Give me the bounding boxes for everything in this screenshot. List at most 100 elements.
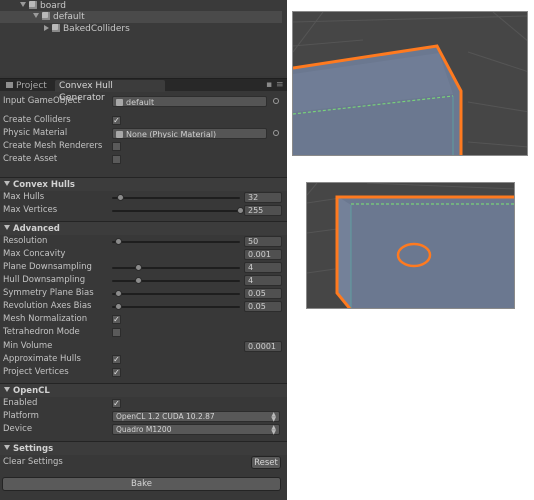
bake-button[interactable]: Bake (2, 477, 281, 491)
tab-convex-hull-generator[interactable]: Convex Hull Generator (55, 80, 165, 103)
max-hulls-slider-track[interactable] (112, 197, 240, 199)
min-volume-label: Min Volume (3, 341, 53, 351)
object-picker-icon[interactable] (273, 98, 279, 104)
collapse-arrow-icon[interactable] (44, 25, 49, 31)
hierarchy-item-default[interactable]: default (0, 11, 282, 23)
revolution-axes-bias-field[interactable]: 0.05 (244, 301, 282, 312)
scene-render-bottom (307, 183, 514, 308)
mesh-face-bottom (337, 196, 514, 308)
plane-downsampling-slider-track[interactable] (112, 267, 240, 269)
mesh-normalization-label: Mesh Normalization (3, 314, 88, 324)
project-vertices-label: Project Vertices (3, 367, 69, 377)
resolution-row: Resolution 50 (0, 235, 287, 248)
dropdown-arrows-icon: ▲ ▼ (271, 411, 276, 423)
device-row: Device Quadro M1200 ▲ ▼ (0, 423, 287, 436)
reset-button[interactable]: Reset (251, 456, 281, 469)
revolution-axes-bias-slider-thumb[interactable] (115, 303, 123, 310)
settings-section-header[interactable]: Settings (0, 441, 287, 455)
plane-downsampling-slider-thumb[interactable] (134, 264, 142, 271)
mesh-normalization-row: Mesh Normalization ✓ (0, 313, 287, 326)
approximate-hulls-label: Approximate Hulls (3, 354, 81, 364)
input-gameobject-field[interactable]: default (112, 96, 267, 107)
hierarchy-panel: board default BakedColliders (0, 0, 287, 76)
hull-downsampling-slider-track[interactable] (112, 280, 240, 282)
foldout-arrow-icon[interactable] (4, 225, 10, 230)
convex-hulls-section-header[interactable]: Convex Hulls (0, 177, 287, 191)
device-dropdown[interactable]: Quadro M1200 ▲ ▼ (112, 424, 280, 436)
object-picker-icon[interactable] (273, 130, 279, 136)
plane-downsampling-field[interactable]: 4 (244, 262, 282, 273)
scene-render-top (293, 12, 527, 155)
foldout-arrow-icon[interactable] (4, 181, 10, 186)
opencl-enabled-checkbox[interactable]: ✓ (112, 399, 121, 408)
convex-hull-generator-editor: board default BakedColliders Project Con… (0, 0, 287, 500)
min-volume-row: Min Volume 0.0001 (0, 340, 287, 353)
clear-settings-label: Clear Settings (3, 457, 63, 467)
min-volume-field[interactable]: 0.0001 (244, 341, 282, 352)
tab-project[interactable]: Project (2, 80, 51, 92)
gameobject-cube-icon (29, 1, 37, 9)
max-hulls-field[interactable]: 32 (244, 192, 282, 203)
tab-menu-icon[interactable]: ≡ (276, 79, 284, 91)
symmetry-plane-bias-slider-track[interactable] (112, 293, 240, 295)
scene-view-bottom (306, 182, 515, 309)
platform-dropdown[interactable]: OpenCL 1.2 CUDA 10.2.87 ▲ ▼ (112, 411, 280, 423)
symmetry-plane-bias-slider-thumb[interactable] (115, 290, 123, 297)
create-mesh-renderers-row: Create Mesh Renderers (0, 140, 287, 153)
hull-downsampling-field[interactable]: 4 (244, 275, 282, 286)
platform-row: Platform OpenCL 1.2 CUDA 10.2.87 ▲ ▼ (0, 410, 287, 423)
physic-material-field[interactable]: None (Physic Material) (112, 128, 267, 139)
max-hulls-slider-thumb[interactable] (116, 194, 124, 201)
hull-downsampling-label: Hull Downsampling (3, 275, 86, 285)
max-vertices-row: Max Vertices 255 (0, 204, 287, 217)
opencl-section-header[interactable]: OpenCL (0, 383, 287, 397)
resolution-field[interactable]: 50 (244, 236, 282, 247)
symmetry-plane-bias-row: Symmetry Plane Bias 0.05 (0, 287, 287, 300)
plane-downsampling-label: Plane Downsampling (3, 262, 92, 272)
project-vertices-checkbox[interactable]: ✓ (112, 368, 121, 377)
device-label: Device (3, 424, 33, 434)
approximate-hulls-checkbox[interactable]: ✓ (112, 355, 121, 364)
dropdown-arrows-icon: ▲ ▼ (271, 424, 276, 436)
resolution-slider-track[interactable] (112, 241, 240, 243)
foldout-arrow-icon[interactable] (4, 387, 10, 392)
create-colliders-checkbox[interactable]: ✓ (112, 116, 121, 125)
gameobject-icon (116, 99, 123, 106)
max-hulls-row: Max Hulls 32 (0, 191, 287, 204)
max-vertices-field[interactable]: 255 (244, 205, 282, 216)
max-vertices-label: Max Vertices (3, 205, 58, 215)
tab-bar: Project Convex Hull Generator ▪ ≡ (0, 78, 287, 103)
mesh-normalization-checkbox[interactable]: ✓ (112, 315, 121, 324)
expand-arrow-icon[interactable] (33, 13, 39, 18)
gameobject-cube-icon (42, 12, 50, 20)
tetrahedron-mode-checkbox[interactable] (112, 328, 121, 337)
max-vertices-slider-track[interactable] (112, 210, 240, 212)
symmetry-plane-bias-label: Symmetry Plane Bias (3, 288, 94, 298)
create-mesh-renderers-checkbox[interactable] (112, 142, 121, 151)
opencl-enabled-row: Enabled ✓ (0, 397, 287, 410)
symmetry-plane-bias-field[interactable]: 0.05 (244, 288, 282, 299)
create-colliders-label: Create Colliders (3, 115, 71, 125)
foldout-arrow-icon[interactable] (4, 445, 10, 450)
max-vertices-slider-thumb[interactable] (237, 207, 244, 214)
expand-arrow-icon[interactable] (20, 2, 26, 7)
revolution-axes-bias-slider-track[interactable] (112, 306, 240, 308)
scene-view-top (292, 11, 528, 156)
advanced-section-header[interactable]: Advanced (0, 221, 287, 235)
physic-material-row: Physic Material None (Physic Material) (0, 127, 287, 140)
gameobject-cube-icon (52, 24, 60, 32)
resolution-slider-thumb[interactable] (115, 238, 123, 245)
lock-icon[interactable]: ▪ (266, 79, 272, 91)
hull-downsampling-slider-thumb[interactable] (134, 277, 142, 284)
max-hulls-label: Max Hulls (3, 192, 45, 202)
project-vertices-row: Project Vertices ✓ (0, 366, 287, 379)
create-asset-checkbox[interactable] (112, 155, 121, 164)
max-concavity-field[interactable]: 0.001 (244, 249, 282, 260)
revolution-axes-bias-label: Revolution Axes Bias (3, 301, 92, 311)
physic-material-label: Physic Material (3, 128, 68, 138)
hierarchy-item-bakedcolliders[interactable]: BakedColliders (44, 23, 130, 35)
tetrahedron-mode-row: Tetrahedron Mode (0, 326, 287, 339)
create-asset-label: Create Asset (3, 154, 58, 164)
plane-downsampling-row: Plane Downsampling 4 (0, 261, 287, 274)
max-concavity-label: Max Concavity (3, 249, 66, 259)
